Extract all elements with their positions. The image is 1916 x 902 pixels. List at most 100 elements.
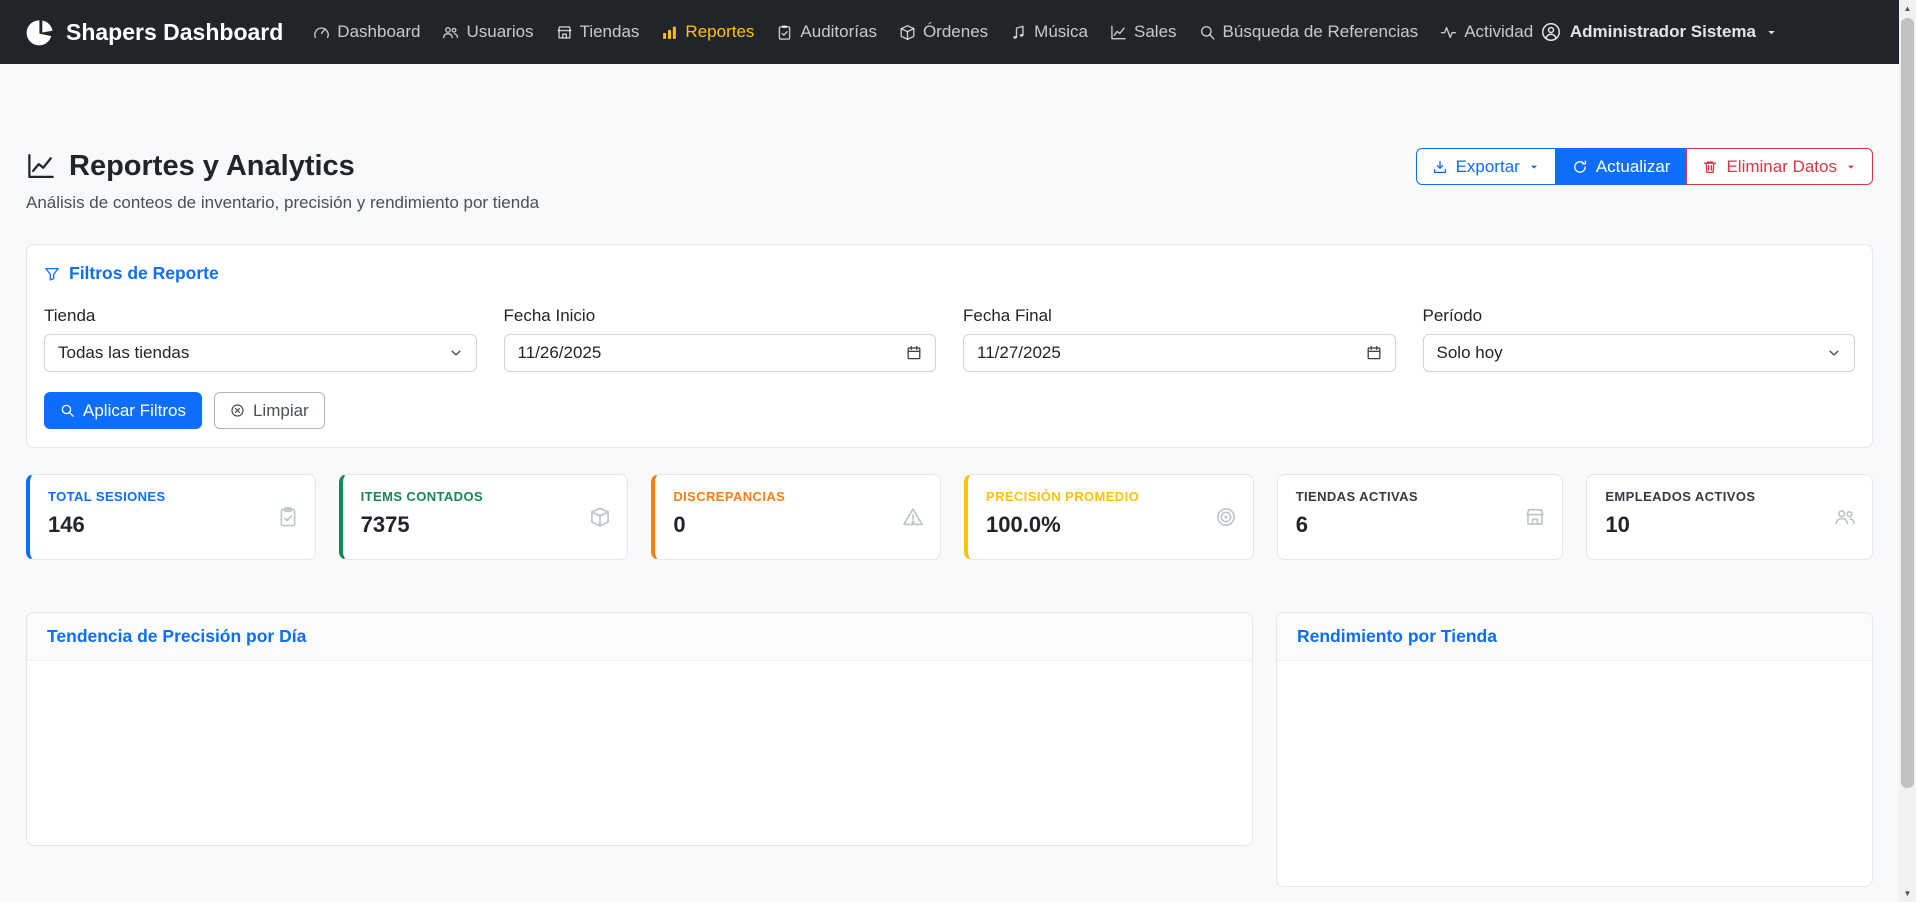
box-icon: [899, 24, 916, 41]
nav-item-musica[interactable]: Música: [1000, 14, 1098, 50]
header-actions: Exportar Actualizar Eliminar Datos: [1416, 148, 1873, 185]
fecha-final-date-input[interactable]: 11/27/2025: [963, 334, 1396, 372]
periodo-select[interactable]: Solo hoy: [1423, 334, 1856, 372]
caret-down-icon: [1845, 161, 1857, 173]
chevron-down-icon: [1827, 346, 1841, 360]
caret-down-icon: [1528, 161, 1540, 173]
stat-card-empleados-activos: EMPLEADOS ACTIVOS 10: [1586, 474, 1873, 560]
scroll-up-arrow-icon[interactable]: ▲: [1899, 0, 1916, 17]
chart-title: Rendimiento por Tienda: [1297, 626, 1497, 646]
stat-card-discrepancias: DISCREPANCIAS 0: [651, 474, 941, 560]
nav-label: Auditorías: [800, 22, 877, 42]
stat-label: TOTAL SESIONES: [48, 489, 297, 504]
filter-fields-row: Tienda Todas las tiendas Fecha Inicio 11…: [44, 306, 1855, 372]
field-label: Fecha Inicio: [504, 306, 937, 326]
trash-icon: [1702, 159, 1718, 175]
chart-card-store-performance: Rendimiento por Tienda: [1276, 612, 1873, 887]
refresh-button[interactable]: Actualizar: [1556, 148, 1687, 185]
user-menu[interactable]: Administrador Sistema: [1541, 22, 1778, 42]
apply-filters-label: Aplicar Filtros: [83, 401, 186, 421]
brand[interactable]: Shapers Dashboard: [26, 18, 283, 47]
page-title-text: Reportes y Analytics: [69, 148, 355, 184]
filters-card: Filtros de Reporte Tienda Todas las tien…: [26, 244, 1873, 448]
nav-label: Dashboard: [337, 22, 420, 42]
bullseye-icon: [1215, 506, 1237, 528]
stat-value: 146: [48, 512, 297, 538]
nav-label: Reportes: [685, 22, 754, 42]
music-note-icon: [1010, 24, 1027, 41]
stat-card-total-sesiones: TOTAL SESIONES 146: [26, 474, 316, 560]
export-button[interactable]: Exportar: [1416, 148, 1556, 185]
stat-label: DISCREPANCIAS: [673, 489, 922, 504]
field-tienda: Tienda Todas las tiendas: [44, 306, 477, 372]
clear-filters-label: Limpiar: [253, 401, 309, 421]
tienda-select[interactable]: Todas las tiendas: [44, 334, 477, 372]
page-content: Reportes y Analytics Análisis de conteos…: [0, 148, 1899, 887]
field-label: Tienda: [44, 306, 477, 326]
stat-label: PRECISIÓN PROMEDIO: [986, 489, 1235, 504]
funnel-icon: [44, 266, 60, 282]
apply-filters-button[interactable]: Aplicar Filtros: [44, 392, 202, 429]
nav-item-busqueda-referencias[interactable]: Búsqueda de Referencias: [1189, 14, 1429, 50]
shop-icon: [556, 24, 573, 41]
stat-label: EMPLEADOS ACTIVOS: [1605, 489, 1854, 504]
stat-card-precision-promedio: PRECISIÓN PROMEDIO 100.0%: [964, 474, 1254, 560]
stat-card-items-contados: ITEMS CONTADOS 7375: [339, 474, 629, 560]
periodo-select-value: Solo hoy: [1437, 343, 1503, 363]
chart-canvas: [1277, 661, 1872, 886]
graph-up-icon: [1110, 24, 1127, 41]
search-icon: [60, 403, 75, 418]
stat-label: TIENDAS ACTIVAS: [1296, 489, 1545, 504]
delete-data-button-label: Eliminar Datos: [1726, 157, 1837, 177]
people-icon: [442, 24, 459, 41]
nav-label: Búsqueda de Referencias: [1223, 22, 1419, 42]
chart-header: Rendimiento por Tienda: [1277, 613, 1872, 661]
box-icon: [589, 506, 611, 528]
field-fecha-inicio: Fecha Inicio 11/26/2025: [504, 306, 937, 372]
nav-item-sales[interactable]: Sales: [1100, 14, 1187, 50]
nav-item-ordenes[interactable]: Órdenes: [889, 14, 998, 50]
vertical-scrollbar[interactable]: ▲ ▼: [1899, 0, 1916, 902]
browser-viewport: Shapers Dashboard Dashboard Usuarios Tie…: [0, 0, 1899, 902]
page-header: Reportes y Analytics Análisis de conteos…: [26, 148, 1873, 214]
pie-chart-logo-icon: [26, 18, 55, 47]
field-label: Período: [1423, 306, 1856, 326]
fecha-inicio-date-input[interactable]: 11/26/2025: [504, 334, 937, 372]
chart-canvas: [27, 661, 1252, 845]
filters-title-text: Filtros de Reporte: [69, 263, 219, 284]
scrollbar-thumb[interactable]: [1901, 18, 1914, 788]
nav-label: Sales: [1134, 22, 1177, 42]
brand-label: Shapers Dashboard: [66, 19, 283, 46]
nav-item-usuarios[interactable]: Usuarios: [432, 14, 543, 50]
stat-value: 10: [1605, 512, 1854, 538]
nav-label: Órdenes: [923, 22, 988, 42]
nav-item-dashboard[interactable]: Dashboard: [303, 14, 430, 50]
scroll-down-arrow-icon[interactable]: ▼: [1899, 885, 1916, 902]
bar-chart-icon: [661, 24, 678, 41]
x-circle-icon: [230, 403, 245, 418]
page-subtitle: Análisis de conteos de inventario, preci…: [26, 192, 539, 214]
stat-card-tiendas-activas: TIENDAS ACTIVAS 6: [1277, 474, 1564, 560]
nav-item-actividad[interactable]: Actividad: [1430, 14, 1543, 50]
line-chart-icon: [26, 151, 56, 181]
chart-card-precision-trend: Tendencia de Precisión por Día: [26, 612, 1253, 846]
fecha-inicio-value: 11/26/2025: [518, 343, 602, 363]
speedometer-icon: [313, 24, 330, 41]
stat-value: 100.0%: [986, 512, 1235, 538]
download-icon: [1432, 159, 1448, 175]
calendar-icon[interactable]: [1366, 345, 1382, 361]
clear-filters-button[interactable]: Limpiar: [214, 392, 325, 429]
nav-item-tiendas[interactable]: Tiendas: [546, 14, 650, 50]
stat-value: 0: [673, 512, 922, 538]
person-circle-icon: [1541, 22, 1561, 42]
field-label: Fecha Final: [963, 306, 1396, 326]
delete-data-button[interactable]: Eliminar Datos: [1686, 148, 1873, 185]
calendar-icon[interactable]: [906, 345, 922, 361]
refresh-button-label: Actualizar: [1596, 157, 1671, 177]
field-periodo: Período Solo hoy: [1423, 306, 1856, 372]
nav-item-auditorias[interactable]: Auditorías: [766, 14, 887, 50]
charts-row: Tendencia de Precisión por Día Rendimien…: [26, 612, 1873, 887]
stat-value: 7375: [361, 512, 610, 538]
nav-item-reportes[interactable]: Reportes: [651, 14, 764, 50]
page-title-block: Reportes y Analytics Análisis de conteos…: [26, 148, 539, 214]
